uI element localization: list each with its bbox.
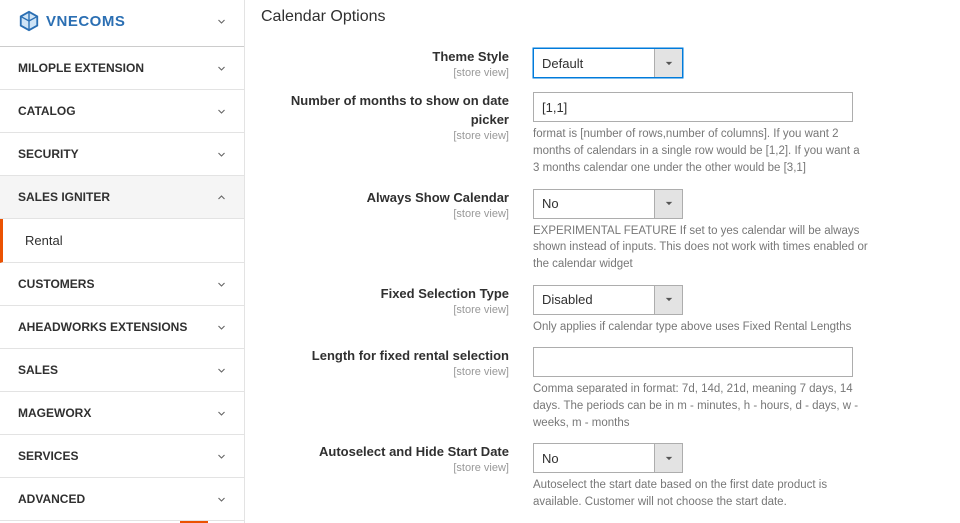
sidebar-item-sales-igniter[interactable]: SALES IGNITER <box>0 176 244 219</box>
sidebar-item-label: SECURITY <box>18 147 79 161</box>
field-label: Autoselect and Hide Start Date <box>253 443 509 461</box>
sidebar-item-label: AHEADWORKS EXTENSIONS <box>18 320 187 334</box>
field-fixed-selection: Fixed Selection Type [store view] Disabl… <box>253 285 960 336</box>
sidebar-item-label: MAGEWORX <box>18 406 91 420</box>
sidebar-item-milople[interactable]: MILOPLE EXTENSION <box>0 47 244 90</box>
sidebar-item-security[interactable]: SECURITY <box>0 133 244 176</box>
field-months: Number of months to show on date picker … <box>253 92 960 176</box>
chevron-down-icon <box>654 49 682 77</box>
sidebar-item-label: SALES <box>18 363 58 377</box>
sidebar-item-mageworx[interactable]: MAGEWORX <box>0 392 244 435</box>
chevron-down-icon <box>217 280 226 289</box>
chevron-down-icon <box>217 409 226 418</box>
chevron-down-icon <box>217 452 226 461</box>
sidebar-item-advanced[interactable]: ADVANCED <box>0 478 244 521</box>
field-autoselect: Autoselect and Hide Start Date [store vi… <box>253 443 960 510</box>
field-scope: [store view] <box>253 303 509 317</box>
chevron-up-icon <box>217 193 226 202</box>
field-scope: [store view] <box>253 129 509 143</box>
sidebar-item-catalog[interactable]: CATALOG <box>0 90 244 133</box>
chevron-down-icon <box>217 150 226 159</box>
sidebar-item-label: SALES IGNITER <box>18 190 110 204</box>
field-scope: [store view] <box>253 365 509 379</box>
months-input[interactable] <box>533 92 853 122</box>
sidebar-item-label: ADVANCED <box>18 492 85 506</box>
help-text: Only applies if calendar type above uses… <box>533 319 868 336</box>
help-text: Comma separated in format: 7d, 14d, 21d,… <box>533 381 868 431</box>
field-scope: [store view] <box>253 461 509 475</box>
select-value: Default <box>534 56 654 71</box>
sidebar-subitem-rental[interactable]: Rental <box>0 219 244 263</box>
field-fixed-length: Length for fixed rental selection [store… <box>253 347 960 431</box>
help-text: format is [number of rows,number of colu… <box>533 126 868 176</box>
sidebar-item-label: MILOPLE EXTENSION <box>18 61 144 75</box>
sidebar-item-services[interactable]: SERVICES <box>0 435 244 478</box>
field-label: Fixed Selection Type <box>253 285 509 303</box>
sidebar-item-label: CUSTOMERS <box>18 277 94 291</box>
fixed-selection-select[interactable]: Disabled <box>533 285 683 315</box>
form: Theme Style [store view] Default Number … <box>253 38 960 523</box>
field-label: Always Show Calendar <box>253 189 509 207</box>
help-text: EXPERIMENTAL FEATURE If set to yes calen… <box>533 223 868 273</box>
fixed-length-input[interactable] <box>533 347 853 377</box>
sidebar-subitem-label: Rental <box>25 233 63 248</box>
field-label: Length for fixed rental selection <box>253 347 509 365</box>
help-text: Autoselect the start date based on the f… <box>533 477 868 510</box>
chevron-down-icon <box>217 107 226 116</box>
field-scope: [store view] <box>253 66 509 80</box>
chevron-down-icon <box>654 286 682 314</box>
field-label: Number of months to show on date picker <box>253 92 509 128</box>
sidebar-item-label: SERVICES <box>18 449 78 463</box>
autoselect-select[interactable]: No <box>533 443 683 473</box>
field-theme-style: Theme Style [store view] Default <box>253 48 960 80</box>
sidebar: VNECOMS MILOPLE EXTENSION CATALOG SECURI… <box>0 0 245 523</box>
chevron-down-icon <box>654 190 682 218</box>
select-value: Disabled <box>534 292 654 307</box>
chevron-down-icon <box>217 17 226 26</box>
field-scope: [store view] <box>253 207 509 221</box>
brand-name: VNECOMS <box>46 13 125 30</box>
select-value: No <box>534 196 654 211</box>
brand[interactable]: VNECOMS <box>0 0 244 47</box>
sidebar-item-label: CATALOG <box>18 104 76 118</box>
section-title: Calendar Options <box>253 8 960 38</box>
main-content: Calendar Options Theme Style [store view… <box>245 0 960 523</box>
theme-style-select[interactable]: Default <box>533 48 683 78</box>
select-value: No <box>534 451 654 466</box>
brand-logo-icon <box>18 10 40 32</box>
chevron-down-icon <box>217 495 226 504</box>
sidebar-item-sales[interactable]: SALES <box>0 349 244 392</box>
always-show-select[interactable]: No <box>533 189 683 219</box>
sidebar-item-aheadworks[interactable]: AHEADWORKS EXTENSIONS <box>0 306 244 349</box>
chevron-down-icon <box>217 64 226 73</box>
field-label: Theme Style <box>253 48 509 66</box>
field-always-show: Always Show Calendar [store view] No EXP… <box>253 189 960 273</box>
chevron-down-icon <box>654 444 682 472</box>
chevron-down-icon <box>217 323 226 332</box>
sidebar-item-customers[interactable]: CUSTOMERS <box>0 263 244 306</box>
chevron-down-icon <box>217 366 226 375</box>
